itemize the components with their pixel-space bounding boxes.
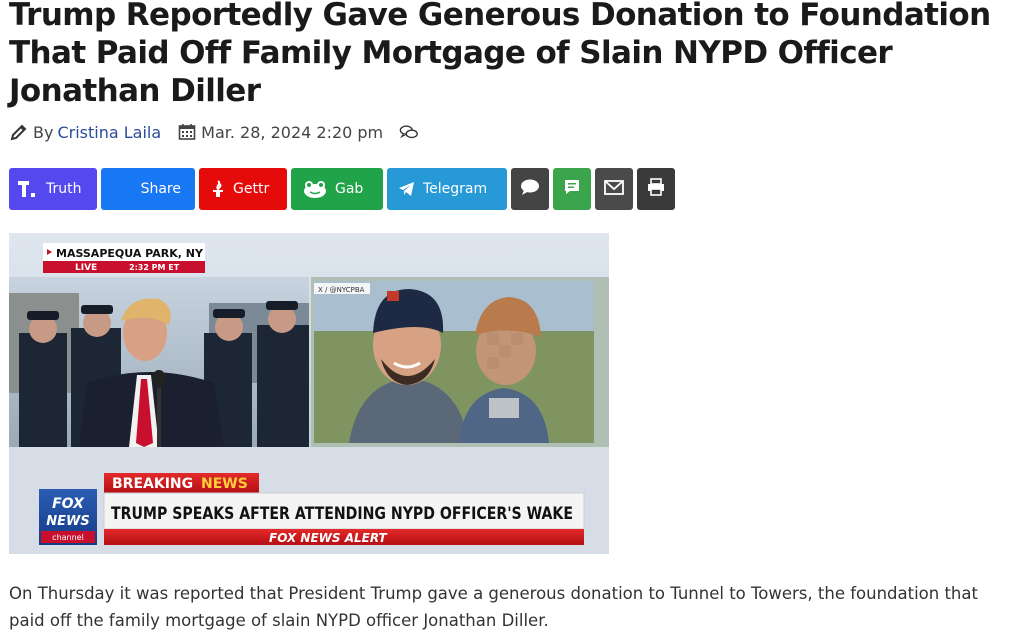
location-text: MASSAPEQUA PARK, NY xyxy=(56,247,204,260)
sms-button[interactable] xyxy=(553,168,591,210)
right-photo-panel: X / @NYCPBA xyxy=(311,277,609,447)
gab-share-button[interactable]: Gab xyxy=(291,168,383,210)
truth-label: Truth xyxy=(46,181,82,197)
breaking-text: BREAKING xyxy=(112,476,193,492)
email-icon xyxy=(604,179,624,199)
print-icon xyxy=(647,178,665,200)
live-text: LIVE xyxy=(75,263,97,273)
truth-icon xyxy=(18,181,38,197)
comments-icon[interactable] xyxy=(399,122,419,142)
article-body: On Thursday it was reported that Preside… xyxy=(9,584,978,630)
by-label: By xyxy=(33,122,54,142)
news-text: NEWS xyxy=(201,476,248,492)
article-date: Mar. 28, 2024 2:20 pm xyxy=(201,122,384,142)
headline-text: TRUMP SPEAKS AFTER ATTENDING NYPD OFFICE… xyxy=(111,504,573,523)
time-text: 2:32 PM ET xyxy=(129,263,180,272)
gab-label: Gab xyxy=(335,181,364,197)
telegram-share-button[interactable]: Telegram xyxy=(387,168,507,210)
lower-third: BREAKING NEWS TRUMP SPEAKS AFTER ATTENDI… xyxy=(9,447,609,554)
alert-text: FOX NEWS ALERT xyxy=(269,531,388,545)
print-button[interactable] xyxy=(637,168,675,210)
author-link[interactable]: Cristina Laila xyxy=(57,123,161,142)
article-image[interactable]: X / @NYCPBA MASSAPEQUA PARK, NY LIVE 2:3… xyxy=(9,233,609,554)
pencil-icon xyxy=(9,122,29,142)
gettr-icon xyxy=(211,180,225,198)
email-button[interactable] xyxy=(595,168,633,210)
facebook-share-button[interactable]: Share xyxy=(101,168,195,210)
logo-fox: FOX xyxy=(52,496,85,512)
comment-icon xyxy=(520,178,540,200)
article-meta: By Cristina Laila Mar. 28, 2024 2:20 pm xyxy=(9,120,1017,144)
article-title: Trump Reportedly Gave Generous Donation … xyxy=(9,0,991,109)
location-banner: MASSAPEQUA PARK, NY LIVE 2:32 PM ET xyxy=(43,243,205,273)
gettr-label: Gettr xyxy=(233,181,270,197)
left-video-panel xyxy=(9,277,309,447)
telegram-icon xyxy=(399,182,415,196)
sms-icon xyxy=(563,178,581,200)
gab-icon xyxy=(303,180,327,198)
truth-share-button[interactable]: Truth xyxy=(9,168,97,210)
comment-button[interactable] xyxy=(511,168,549,210)
logo-channel: channel xyxy=(52,533,84,542)
photo-credit: X / @NYCPBA xyxy=(318,286,365,294)
calendar-icon xyxy=(177,122,197,142)
article: Trump Reportedly Gave Generous Donation … xyxy=(0,0,1026,634)
gettr-share-button[interactable]: Gettr xyxy=(199,168,287,210)
telegram-label: Telegram xyxy=(423,181,488,197)
share-bar: Truth Share Gettr Gab Telegram xyxy=(9,168,1017,210)
logo-news: NEWS xyxy=(46,514,89,529)
facebook-label: Share xyxy=(140,181,181,197)
